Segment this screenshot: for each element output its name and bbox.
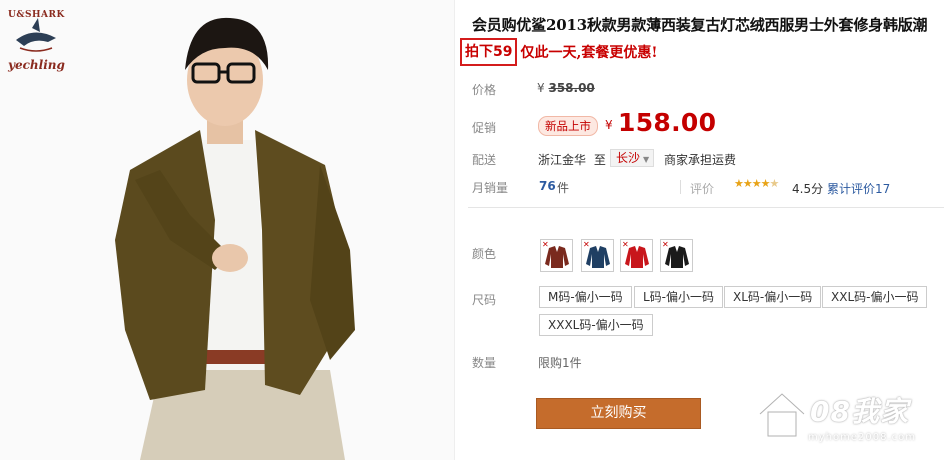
ship-origin: 浙江金华 xyxy=(538,153,587,167)
star-icon: ★ xyxy=(751,177,762,190)
buy-now-button[interactable]: 立刻购买 xyxy=(536,398,701,429)
color-label: 颜色 xyxy=(472,247,497,261)
watermark-text: 08我家 xyxy=(810,395,909,428)
star-rating: ★★★★★ xyxy=(734,177,780,190)
divider xyxy=(680,180,681,194)
star-icon: ★ xyxy=(760,177,771,190)
half-star-icon: ★ xyxy=(769,177,780,190)
color-swatch-brown[interactable]: ✕ xyxy=(540,239,573,272)
color-swatch-black[interactable]: ✕ xyxy=(660,239,693,272)
monthly-sales-count: 76 xyxy=(539,179,556,193)
destination-city: 长沙 xyxy=(616,151,641,165)
reviews-link[interactable]: 累计评价17 xyxy=(827,180,890,197)
divider xyxy=(468,207,944,208)
ship-to-prefix: 至 xyxy=(593,153,606,167)
price-label: 价格 xyxy=(472,83,497,97)
ship-from: 浙江金华 至 xyxy=(538,151,606,168)
product-image[interactable]: U&SHARK yechling xyxy=(0,0,455,460)
jacket-icon xyxy=(545,246,569,268)
rating-score: 4.5分 xyxy=(792,182,824,196)
size-option-xl[interactable]: XL码-偏小一码 xyxy=(724,286,822,308)
monthly-sales-unit: 件 xyxy=(557,181,570,195)
star-icon: ★ xyxy=(742,177,753,190)
jacket-icon xyxy=(586,246,610,268)
promo-price: 158.00 xyxy=(618,108,717,137)
star-icon: ★ xyxy=(734,177,744,190)
shipping-fee-note: 商家承担运费 xyxy=(664,153,737,167)
jacket-icon xyxy=(665,246,689,268)
promotion-label: 促销 xyxy=(472,121,497,135)
watermark-url: myhome2008.com xyxy=(808,432,916,443)
size-option-xxxl[interactable]: XXXL码-偏小一码 xyxy=(539,314,653,336)
original-price: ¥ 358.00 xyxy=(537,81,595,95)
brand-logo: U&SHARK yechling xyxy=(2,4,70,78)
quantity-label: 数量 xyxy=(472,356,497,370)
size-label: 尺码 xyxy=(472,293,497,307)
promo-text: 仅此一天,套餐更优惠! xyxy=(520,45,658,61)
color-swatch-navy[interactable]: ✕ xyxy=(581,239,614,272)
watermark: 08我家 myhome2008.com xyxy=(750,382,945,452)
jacket-icon xyxy=(625,246,649,268)
rating-label: 评价 xyxy=(690,182,715,196)
destination-select[interactable]: 长沙 ▼ xyxy=(610,149,655,167)
size-option-l[interactable]: L码-偏小一码 xyxy=(634,286,724,308)
product-title: 会员购优鲨2013秋款男款薄西装复古灯芯绒西服男士外套修身韩版潮 xyxy=(472,16,928,34)
new-arrival-badge: 新品上市 xyxy=(538,116,598,136)
promo-line: 拍下59 仅此一天,套餐更优惠! xyxy=(460,38,658,66)
logo-wordmark: U&SHARK xyxy=(8,10,65,20)
color-swatch-red[interactable]: ✕ xyxy=(620,239,653,272)
original-price-value: 358.00 xyxy=(548,81,595,95)
promo-highlight: 拍下59 xyxy=(460,38,518,66)
size-option-xxl[interactable]: XXL码-偏小一码 xyxy=(822,286,928,308)
logo-script: yechling xyxy=(8,58,65,72)
chevron-down-icon: ▼ xyxy=(643,155,650,164)
promo-currency-symbol: ¥ xyxy=(605,118,613,132)
purchase-limit: 限购1件 xyxy=(538,356,582,370)
monthly-sales-label: 月销量 xyxy=(472,181,509,195)
currency-symbol: ¥ xyxy=(537,81,545,95)
shipping-label: 配送 xyxy=(472,153,497,167)
house-icon xyxy=(758,391,806,439)
size-option-m[interactable]: M码-偏小一码 xyxy=(539,286,632,308)
